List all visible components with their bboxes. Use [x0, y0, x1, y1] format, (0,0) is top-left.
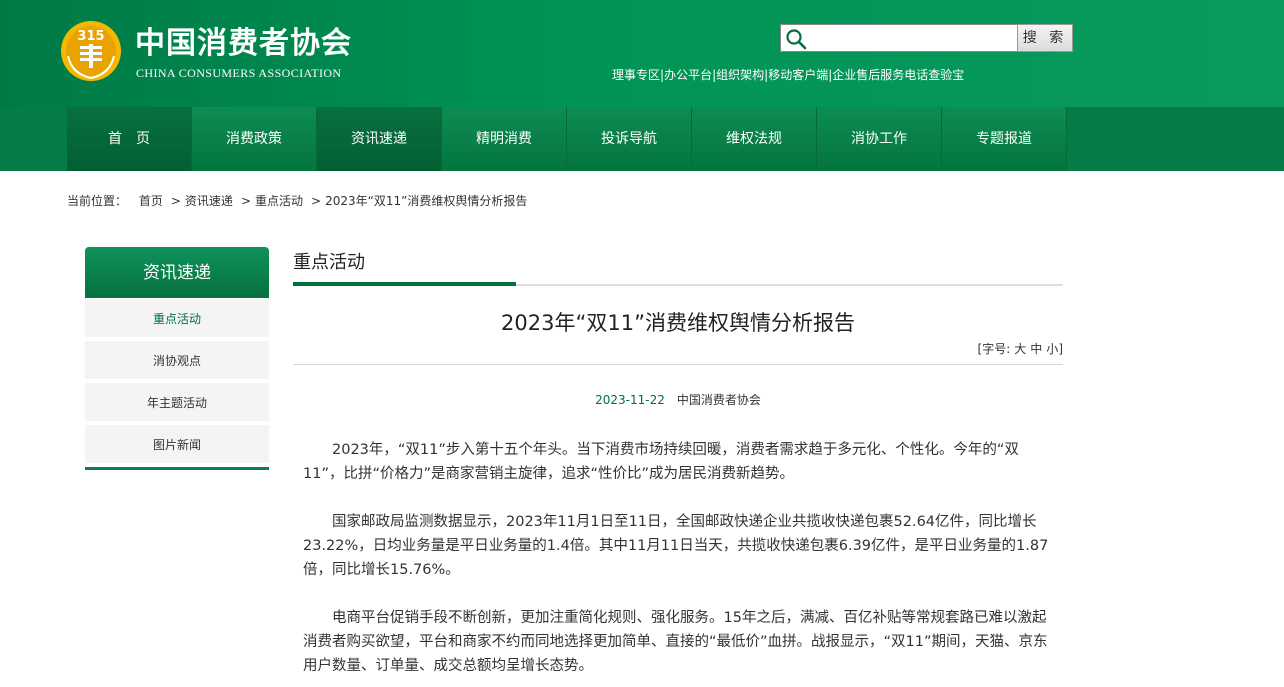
- nav-association-work[interactable]: 消协工作: [817, 107, 942, 171]
- font-size-control: [字号: 大中小]: [978, 340, 1063, 357]
- nav-smart-consumption[interactable]: 精明消费: [442, 107, 567, 171]
- top-link-mobile[interactable]: 移动客户端: [768, 68, 828, 82]
- sidebar-item-association-views[interactable]: 消协观点: [85, 341, 269, 381]
- article-date: 2023-11-22: [595, 393, 665, 407]
- article-divider: [293, 364, 1063, 365]
- site-header: 315 中国消费者协会 CHINA CONSUMERS ASSOCIATION …: [0, 0, 1284, 107]
- search-icon: [786, 29, 807, 50]
- site-name-en: CHINA CONSUMERS ASSOCIATION: [136, 66, 342, 80]
- breadcrumb-separator: >: [170, 194, 181, 208]
- main-nav: 首 页 消费政策 资讯速递 精明消费 投诉导航 维权法规 消协工作 专题报道: [0, 107, 1284, 171]
- section-title: 重点活动: [293, 252, 365, 273]
- breadcrumb-home[interactable]: 首页: [139, 194, 163, 208]
- sidebar-item-annual-theme[interactable]: 年主题活动: [85, 383, 269, 423]
- breadcrumb-key-activities[interactable]: 重点活动: [255, 194, 303, 208]
- nav-home[interactable]: 首 页: [67, 107, 192, 171]
- article-title: 2023年“双11”消费维权舆情分析报告: [501, 311, 855, 335]
- cca-logo-icon[interactable]: 315: [58, 16, 124, 82]
- font-size-close: ]: [1058, 342, 1063, 356]
- sidebar-item-key-activities[interactable]: 重点活动: [85, 299, 269, 339]
- font-size-small[interactable]: 小: [1046, 342, 1058, 356]
- nav-rights-laws[interactable]: 维权法规: [692, 107, 817, 171]
- top-link-council[interactable]: 理事专区: [612, 68, 660, 82]
- breadcrumb-current: 2023年“双11”消费维权舆情分析报告: [325, 194, 528, 208]
- site-name-cn: 中国消费者协会: [135, 26, 352, 61]
- article-meta: 2023-11-22 中国消费者协会: [293, 391, 1063, 408]
- nav-news[interactable]: 资讯速递: [317, 107, 442, 171]
- search-input[interactable]: [811, 27, 1011, 49]
- breadcrumb: 当前位置： 首页 > 资讯速递 > 重点活动 >2023年“双11”消费维权舆情分析报告: [67, 192, 527, 209]
- search-button[interactable]: 搜 索: [1017, 24, 1073, 52]
- top-link-service-phone[interactable]: 企业售后服务电话查验宝: [832, 68, 964, 82]
- breadcrumb-separator: >: [240, 194, 251, 208]
- article-source: 中国消费者协会: [676, 393, 761, 407]
- nav-consumer-policy[interactable]: 消费政策: [192, 107, 317, 171]
- svg-text:315: 315: [77, 29, 104, 44]
- font-size-medium[interactable]: 中: [1030, 342, 1042, 356]
- top-link-office[interactable]: 办公平台: [664, 68, 712, 82]
- breadcrumb-news[interactable]: 资讯速递: [185, 194, 233, 208]
- search-box: [780, 24, 1018, 52]
- article-paragraph: 国家邮政局监测数据显示，2023年11月1日至11日，全国邮政快递企业共揽收快递…: [303, 514, 1049, 578]
- sidebar-title: 资讯速递: [85, 247, 269, 298]
- article-paragraph: 2023年，“双11”步入第十五个年头。当下消费市场持续回暖，消费者需求趋于多元…: [303, 442, 1019, 482]
- article-paragraph: 电商平台促销手段不断创新，更加注重简化规则、强化服务。15年之后，满减、百亿补贴…: [303, 610, 1048, 674]
- section-divider-accent: [293, 282, 516, 286]
- nav-special-reports[interactable]: 专题报道: [942, 107, 1067, 171]
- breadcrumb-prefix: 当前位置：: [67, 194, 128, 208]
- nav-complaint-guide[interactable]: 投诉导航: [567, 107, 692, 171]
- font-size-label: [字号:: [977, 342, 1011, 356]
- font-size-large[interactable]: 大: [1014, 342, 1026, 356]
- top-link-organization[interactable]: 组织架构: [716, 68, 764, 82]
- sidebar-bottom-bar: [85, 467, 269, 470]
- sidebar-item-photo-news[interactable]: 图片新闻: [85, 425, 269, 465]
- breadcrumb-separator: >: [311, 194, 322, 208]
- top-links: 理事专区|办公平台|组织架构|移动客户端|企业售后服务电话查验宝: [612, 66, 964, 83]
